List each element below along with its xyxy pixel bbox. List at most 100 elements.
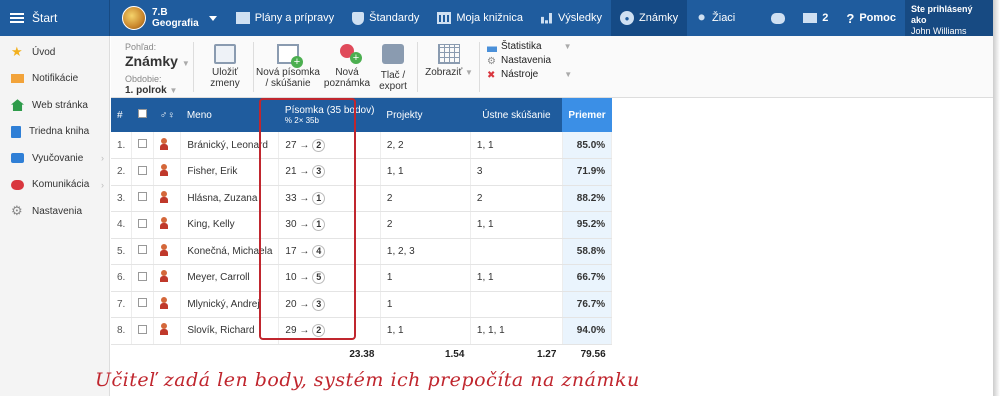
nav-standards[interactable]: Štandardy bbox=[343, 0, 428, 36]
nav-grades[interactable]: ● Známky bbox=[611, 0, 688, 36]
projects-cell[interactable]: 1, 2, 3 bbox=[380, 238, 471, 265]
print-export-button[interactable]: Tlač / export bbox=[375, 44, 411, 92]
oral-cell[interactable]: 1, 1, 1 bbox=[470, 317, 563, 345]
average-cell: 76.7% bbox=[562, 291, 613, 318]
average-cell: 58.8% bbox=[562, 238, 613, 265]
sidebar-item-label: Vyučovanie bbox=[32, 152, 84, 164]
row-checkbox[interactable] bbox=[138, 192, 148, 202]
user-menu[interactable]: Ste prihlásený ako John Williams bbox=[905, 0, 993, 36]
row-checkbox[interactable] bbox=[138, 139, 148, 148]
oral-cell[interactable] bbox=[470, 238, 563, 265]
class-logo-icon bbox=[122, 6, 146, 30]
tools-button[interactable]: ✖ Nástroje ▼ bbox=[487, 68, 572, 82]
stats-button[interactable]: Štatistika ▼ bbox=[487, 40, 572, 54]
row-number: 3. bbox=[111, 185, 133, 212]
row-number: 7. bbox=[111, 291, 133, 318]
sidebar-item-label: Notifikácie bbox=[32, 73, 79, 85]
oral-cell[interactable]: 3 bbox=[470, 158, 563, 186]
nav-students[interactable]: ⚫ Žiaci bbox=[687, 0, 744, 36]
row-number: 5. bbox=[111, 238, 133, 265]
nav-plans[interactable]: Plány a prípravy bbox=[227, 0, 343, 36]
projects-cell[interactable]: 1, 1 bbox=[380, 317, 471, 345]
sidebar-item-notifications[interactable]: Notifikácie bbox=[0, 66, 109, 93]
grades-table: # ♂♀ Meno Písomka (35 bodov) % 2× 35b Pr… bbox=[111, 98, 613, 364]
toolbar: Pohľad: Známky ▼ Obdobie: 1. polrok ▼ Ul… bbox=[111, 36, 993, 98]
table-row[interactable]: 3. Hlásna, Zuzana 33 → 1 2 2 88.2% bbox=[111, 185, 613, 212]
nav-library[interactable]: Moja knižnica bbox=[428, 0, 532, 36]
chevron-down-icon: ▼ bbox=[564, 70, 573, 79]
projects-cell[interactable]: 2 bbox=[380, 211, 471, 239]
start-menu-button[interactable]: Štart bbox=[0, 0, 110, 36]
view-label: Pohľad: bbox=[125, 42, 157, 52]
select-all-checkbox[interactable] bbox=[137, 109, 147, 118]
table-row[interactable]: 1. Bránický, Leonard 27 → 2 2, 2 1, 1 85.0% bbox=[111, 132, 613, 159]
sidebar-item-settings[interactable]: ⚙ Nastavenia bbox=[0, 198, 109, 225]
nav-results-label: Výsledky bbox=[557, 12, 602, 24]
help-button[interactable]: ? Pomoc bbox=[837, 0, 905, 36]
envelope-icon bbox=[11, 74, 24, 84]
row-checkbox[interactable] bbox=[138, 298, 148, 308]
average-cell: 85.0% bbox=[562, 132, 613, 159]
table-row[interactable]: 4. King, Kelly 30 → 1 2 1, 1 95.2% bbox=[111, 211, 613, 239]
sidebar-item-classbook[interactable]: Triedna kniha bbox=[0, 119, 109, 146]
help-label: Pomoc bbox=[859, 12, 896, 24]
col-number: # bbox=[111, 98, 132, 132]
nav-students-label: Žiaci bbox=[712, 12, 736, 24]
sidebar-item-communication[interactable]: Komunikácia › bbox=[0, 172, 109, 199]
oral-cell[interactable]: 1, 1 bbox=[470, 132, 563, 159]
nav-grades-label: Známky bbox=[639, 12, 679, 24]
row-number: 2. bbox=[111, 158, 133, 186]
student-avatar-icon bbox=[160, 296, 169, 309]
projects-cell[interactable]: 2 bbox=[380, 185, 471, 212]
row-number: 4. bbox=[111, 211, 133, 239]
nav-plans-label: Plány a prípravy bbox=[254, 12, 335, 24]
row-checkbox[interactable] bbox=[138, 245, 148, 255]
footer-projects-avg: 1.54 bbox=[444, 348, 465, 360]
user-prefix: Ste prihlásený ako bbox=[911, 4, 973, 25]
chat-button[interactable] bbox=[762, 0, 794, 36]
new-test-button[interactable]: Nová písomka / skúšanie bbox=[256, 44, 320, 89]
star-icon: ★ bbox=[11, 44, 23, 60]
projects-cell[interactable]: 1, 1 bbox=[380, 158, 471, 186]
table-row[interactable]: 8. Slovík, Richard 29 → 2 1, 1 1, 1, 1 94.0% bbox=[111, 317, 613, 345]
mail-button[interactable]: 2 bbox=[794, 0, 837, 36]
projects-cell[interactable]: 2, 2 bbox=[380, 132, 471, 159]
table-row[interactable]: 7. Mlynický, Andrej 20 → 3 1 76.7% bbox=[111, 291, 613, 318]
oral-cell[interactable]: 1, 1 bbox=[470, 211, 563, 239]
footer-overall-avg: 79.56 bbox=[580, 348, 606, 360]
grade-icon: ● bbox=[620, 11, 634, 25]
row-checkbox[interactable] bbox=[138, 271, 148, 281]
oral-cell[interactable]: 1, 1 bbox=[470, 264, 563, 292]
nav-results[interactable]: Výsledky bbox=[532, 0, 611, 36]
oral-cell[interactable] bbox=[470, 291, 563, 318]
view-selector[interactable]: Pohľad: Známky ▼ Obdobie: 1. polrok ▼ bbox=[125, 42, 190, 96]
student-avatar-icon bbox=[160, 190, 169, 203]
projects-cell[interactable]: 1 bbox=[380, 291, 471, 318]
col-projects[interactable]: Projekty bbox=[380, 98, 471, 132]
student-avatar-icon bbox=[160, 323, 169, 336]
new-note-button[interactable]: Nová poznámka bbox=[323, 44, 371, 89]
average-cell: 66.7% bbox=[562, 264, 613, 292]
new-note-label: Nová bbox=[335, 67, 359, 78]
table-row[interactable]: 5. Konečná, Michaela 17 → 4 1, 2, 3 58.8% bbox=[111, 238, 613, 265]
table-row[interactable]: 6. Meyer, Carroll 10 → 5 1 1, 1 66.7% bbox=[111, 264, 613, 292]
display-button[interactable]: Zobraziť ▼ bbox=[423, 44, 475, 78]
col-select-all[interactable] bbox=[131, 98, 154, 132]
class-selector[interactable]: 7.B Geografia bbox=[110, 0, 227, 36]
chevron-right-icon: › bbox=[101, 179, 104, 190]
row-checkbox[interactable] bbox=[138, 218, 148, 228]
sidebar-item-website[interactable]: Web stránka bbox=[0, 92, 109, 119]
row-checkbox[interactable] bbox=[138, 324, 148, 334]
sidebar-item-home[interactable]: ★ Úvod bbox=[0, 39, 109, 66]
sidebar-item-teaching[interactable]: Vyučovanie › bbox=[0, 145, 109, 172]
projects-cell[interactable]: 1 bbox=[380, 264, 471, 292]
table-row[interactable]: 2. Fisher, Erik 21 → 3 1, 1 3 71.9% bbox=[111, 158, 613, 186]
display-label: Zobraziť bbox=[425, 67, 463, 78]
oral-cell[interactable]: 2 bbox=[470, 185, 563, 212]
save-button[interactable]: Uložiť zmeny bbox=[203, 44, 247, 89]
average-cell: 94.0% bbox=[562, 317, 613, 345]
settings-button[interactable]: ⚙ Nastavenia bbox=[487, 54, 572, 68]
col-oral[interactable]: Ústne skúšanie bbox=[470, 98, 563, 132]
sidebar: ★ Úvod Notifikácie Web stránka Triedna k… bbox=[0, 36, 110, 396]
row-checkbox[interactable] bbox=[138, 165, 148, 175]
